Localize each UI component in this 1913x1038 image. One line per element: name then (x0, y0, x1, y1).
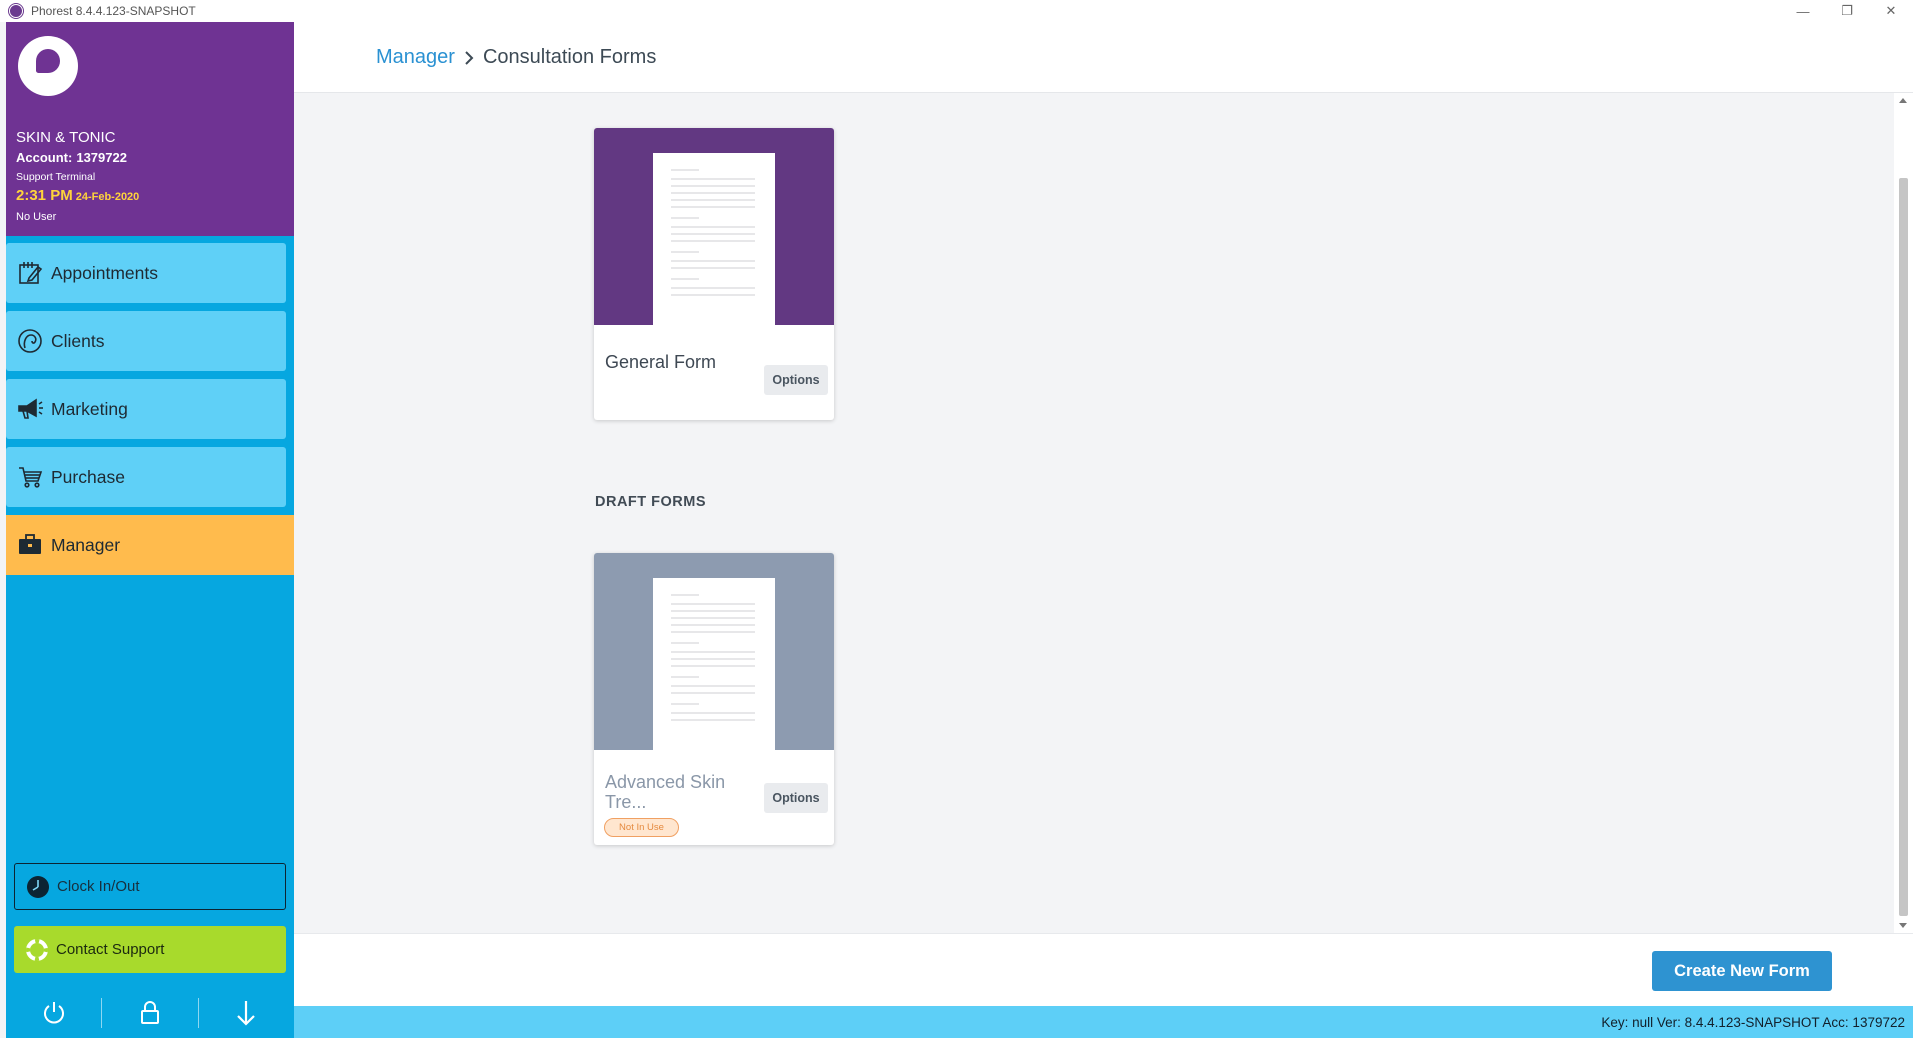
nav-label: Appointments (51, 262, 159, 283)
draft-forms-heading: DRAFT FORMS (595, 494, 707, 510)
restore-icon[interactable]: ❐ (1825, 0, 1869, 22)
nav-item-purchase[interactable]: Purchase (6, 447, 286, 507)
lifebuoy-icon (24, 937, 50, 963)
account-info: Account: 1379722 (16, 150, 127, 165)
page-header: Manager Consultation Forms (294, 22, 1913, 93)
lock-icon[interactable] (102, 993, 197, 1033)
minimize-icon[interactable]: — (1781, 0, 1825, 22)
nav-item-clients[interactable]: Clients (6, 311, 286, 371)
draft-form-card[interactable]: Advanced Skin Tre... Options Not In Use (594, 553, 834, 845)
page-title: Consultation Forms (482, 46, 657, 68)
document-preview-icon (653, 578, 775, 750)
account-number: 1379722 (76, 150, 127, 165)
status-bar: Key: null Ver: 8.4.4.123-SNAPSHOT Acc: 1… (294, 1006, 1913, 1038)
contact-support-button[interactable]: Contact Support (14, 926, 286, 973)
status-text: Key: null Ver: 8.4.4.123-SNAPSHOT Acc: 1… (1601, 1015, 1905, 1030)
phorest-logo (18, 36, 78, 96)
form-options-button[interactable]: Options (764, 783, 828, 813)
document-preview-icon (653, 153, 775, 325)
cart-icon (14, 461, 46, 493)
nav-label: Marketing (51, 398, 128, 419)
chevron-right-icon (464, 50, 474, 65)
nav-label: Purchase (51, 466, 125, 487)
clock-label: Clock In/Out (57, 878, 140, 895)
forms-content: General Form Options DRAFT FORMS Advance… (294, 93, 1894, 933)
current-user: No User (16, 211, 57, 223)
nav-label: Clients (51, 330, 105, 351)
sidebar-bottom-bar (6, 988, 294, 1038)
terminal-name: Support Terminal (16, 171, 96, 183)
power-icon[interactable] (6, 993, 101, 1033)
main-nav: Appointments Clients Marketing Purchase (6, 243, 294, 583)
form-options-button[interactable]: Options (764, 365, 828, 395)
form-thumbnail (594, 128, 834, 325)
phorest-app-icon (9, 4, 23, 18)
current-time: 2:31 PM (16, 187, 73, 204)
form-name: General Form (605, 352, 717, 372)
close-icon[interactable]: ✕ (1869, 0, 1913, 22)
client-head-icon (14, 325, 46, 357)
account-label: Account: (16, 150, 73, 165)
breadcrumb-manager-link[interactable]: Manager (376, 46, 455, 69)
scroll-down-icon[interactable] (1899, 923, 1907, 928)
status-badge: Not In Use (604, 818, 679, 837)
phorest-app: Phorest 8.4.4.123-SNAPSHOT — ❐ ✕ SKIN & … (0, 0, 1913, 1038)
breadcrumb: Manager Consultation Forms (376, 46, 656, 69)
support-label: Contact Support (56, 941, 165, 958)
content-scrollbar[interactable] (1894, 93, 1913, 933)
window-titlebar: Phorest 8.4.4.123-SNAPSHOT — ❐ ✕ (0, 0, 1913, 22)
nav-item-appointments[interactable]: Appointments (6, 243, 286, 303)
scrollbar-thumb[interactable] (1899, 178, 1908, 916)
calendar-edit-icon (14, 257, 46, 289)
form-card[interactable]: General Form Options (594, 128, 834, 420)
nav-item-manager[interactable]: Manager (6, 515, 294, 575)
window-controls: — ❐ ✕ (1781, 0, 1913, 22)
create-new-form-button[interactable]: Create New Form (1652, 951, 1832, 991)
megaphone-icon (14, 393, 46, 425)
page-footer: Create New Form (294, 933, 1913, 1006)
clock-in-out-button[interactable]: Clock In/Out (14, 863, 286, 910)
arrow-down-icon[interactable] (199, 993, 294, 1033)
datetime: 2:31 PM 24-Feb-2020 (16, 187, 139, 205)
nav-label: Manager (51, 534, 121, 555)
business-name: SKIN & TONIC (16, 129, 116, 146)
window-title: Phorest 8.4.4.123-SNAPSHOT (31, 4, 196, 18)
clock-icon (25, 874, 51, 900)
brand-panel: SKIN & TONIC Account: 1379722 Support Ter… (6, 22, 294, 236)
current-date: 24-Feb-2020 (75, 191, 140, 203)
nav-item-marketing[interactable]: Marketing (6, 379, 286, 439)
form-name: Advanced Skin Tre... (605, 772, 726, 812)
sidebar: SKIN & TONIC Account: 1379722 Support Ter… (6, 22, 294, 1038)
scroll-up-icon[interactable] (1899, 98, 1907, 103)
form-thumbnail (594, 553, 834, 750)
briefcase-icon (14, 529, 46, 561)
